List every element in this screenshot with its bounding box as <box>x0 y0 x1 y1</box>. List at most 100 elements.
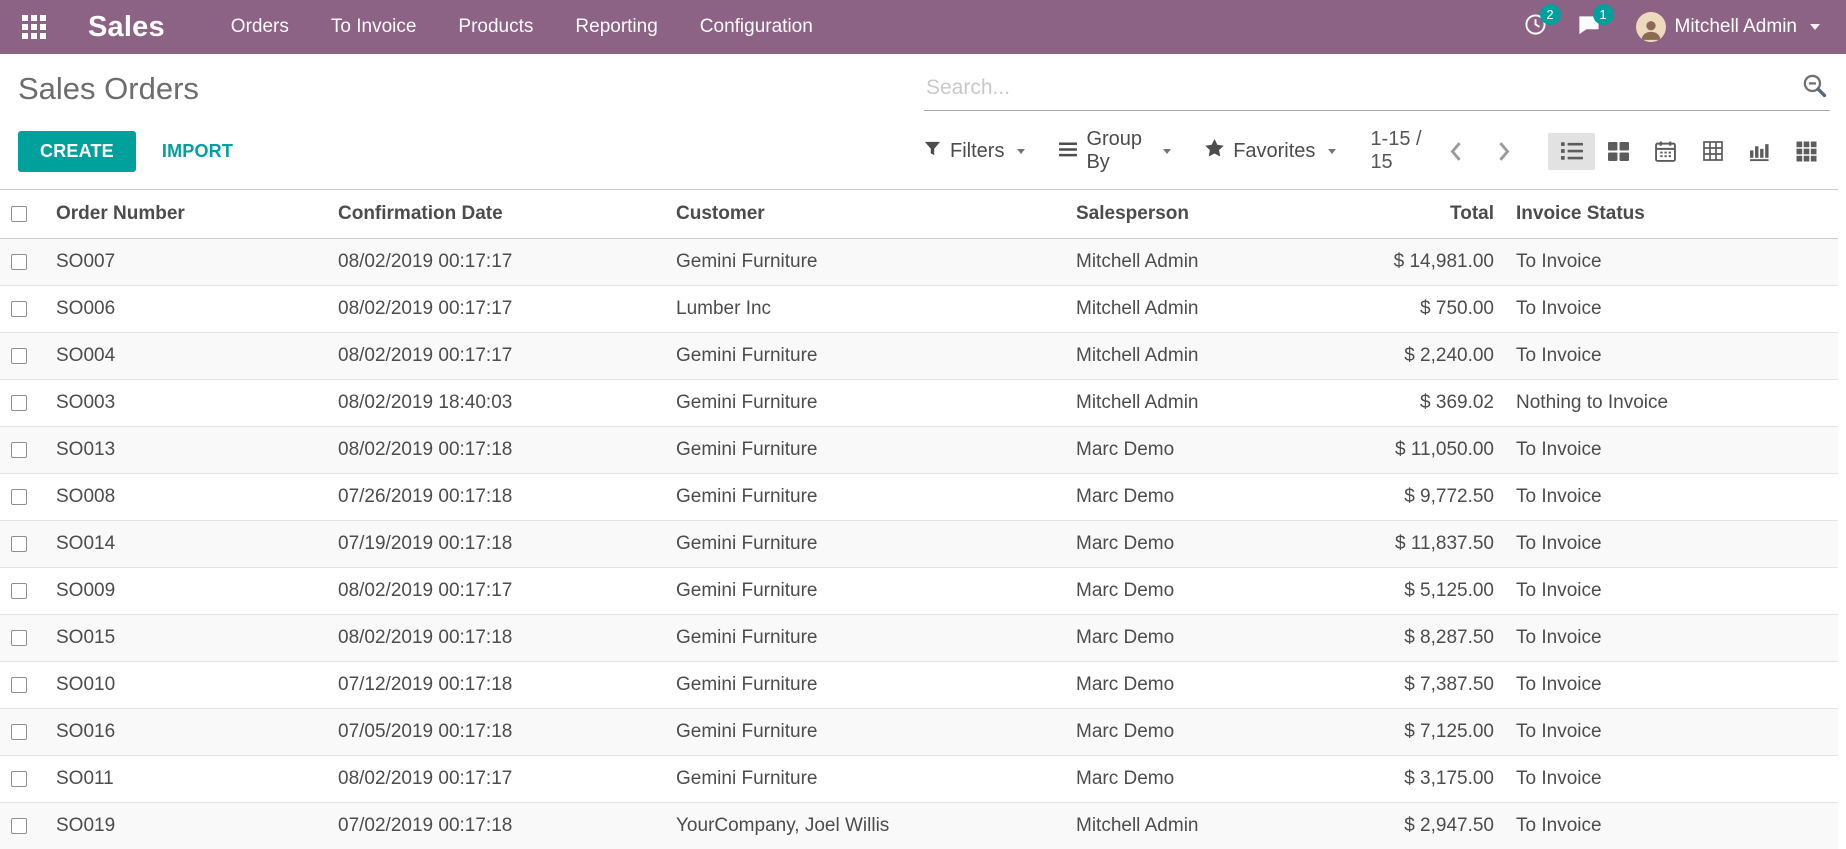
row-checkbox[interactable] <box>11 818 27 834</box>
menu-to-invoice[interactable]: To Invoice <box>331 16 417 38</box>
cell-customer: Gemini Furniture <box>668 333 1068 380</box>
header-salesperson[interactable]: Salesperson <box>1068 190 1368 239</box>
group-by-bars-icon <box>1059 140 1077 163</box>
search-input[interactable] <box>926 76 1801 100</box>
pager-value[interactable]: 1-15 / 15 <box>1370 128 1422 174</box>
row-checkbox[interactable] <box>11 630 27 646</box>
cell-invoice-status: To Invoice <box>1508 662 1838 709</box>
pivot-grid-icon <box>1703 141 1723 161</box>
chevron-down-icon <box>1328 149 1336 154</box>
row-checkbox[interactable] <box>11 724 27 740</box>
pager-next-button[interactable] <box>1490 138 1518 165</box>
cell-customer: Gemini Furniture <box>668 380 1068 427</box>
table-row[interactable]: SO009 08/02/2019 00:17:17 Gemini Furnitu… <box>0 568 1838 615</box>
row-checkbox[interactable] <box>11 254 27 270</box>
grid-icon <box>1796 141 1817 162</box>
cell-invoice-status: To Invoice <box>1508 474 1838 521</box>
menu-reporting[interactable]: Reporting <box>575 16 657 38</box>
cell-order-number: SO008 <box>48 474 330 521</box>
cell-salesperson: Mitchell Admin <box>1068 803 1368 849</box>
favorites-dropdown[interactable]: Favorites <box>1205 139 1336 163</box>
cell-total: $ 11,837.50 <box>1368 521 1508 568</box>
table-row[interactable]: SO019 07/02/2019 00:17:18 YourCompany, J… <box>0 803 1838 849</box>
list-icon <box>1561 141 1583 161</box>
cell-salesperson: Marc Demo <box>1068 568 1368 615</box>
table-row[interactable]: SO010 07/12/2019 00:17:18 Gemini Furnitu… <box>0 662 1838 709</box>
table-row[interactable]: SO014 07/19/2019 00:17:18 Gemini Furnitu… <box>0 521 1838 568</box>
activities-button[interactable]: 2 <box>1524 13 1547 41</box>
table-header-row: Order Number Confirmation Date Customer … <box>0 190 1838 239</box>
cell-salesperson: Marc Demo <box>1068 427 1368 474</box>
cell-confirmation-date: 08/02/2019 00:17:17 <box>330 756 668 803</box>
row-checkbox[interactable] <box>11 301 27 317</box>
row-checkbox[interactable] <box>11 583 27 599</box>
activity-view-button[interactable] <box>1783 133 1830 170</box>
cell-invoice-status: Nothing to Invoice <box>1508 380 1838 427</box>
table-row[interactable]: SO013 08/02/2019 00:17:18 Gemini Furnitu… <box>0 427 1838 474</box>
cell-customer: Gemini Furniture <box>668 568 1068 615</box>
calendar-view-button[interactable] <box>1642 133 1689 170</box>
cell-confirmation-date: 08/02/2019 00:17:18 <box>330 427 668 474</box>
star-icon <box>1205 139 1224 163</box>
table-row[interactable]: SO007 08/02/2019 00:17:17 Gemini Furnitu… <box>0 239 1838 286</box>
row-checkbox[interactable] <box>11 395 27 411</box>
row-checkbox[interactable] <box>11 771 27 787</box>
calendar-icon <box>1655 141 1676 162</box>
table-row[interactable]: SO003 08/02/2019 18:40:03 Gemini Furnitu… <box>0 380 1838 427</box>
cell-total: $ 14,981.00 <box>1368 239 1508 286</box>
cell-order-number: SO010 <box>48 662 330 709</box>
pivot-view-button[interactable] <box>1689 133 1736 170</box>
import-button[interactable]: IMPORT <box>162 141 233 162</box>
header-total[interactable]: Total <box>1368 190 1508 239</box>
top-navbar: Sales Orders To Invoice Products Reporti… <box>0 0 1846 54</box>
cell-confirmation-date: 08/02/2019 00:17:17 <box>330 239 668 286</box>
table-row[interactable]: SO015 08/02/2019 00:17:18 Gemini Furnitu… <box>0 615 1838 662</box>
header-order-number[interactable]: Order Number <box>48 190 330 239</box>
graph-view-button[interactable] <box>1736 133 1783 170</box>
cell-total: $ 11,050.00 <box>1368 427 1508 474</box>
search-bar <box>924 70 1830 111</box>
page-title: Sales Orders <box>18 71 924 111</box>
activity-count-badge: 2 <box>1540 4 1561 25</box>
select-all-checkbox[interactable] <box>11 206 27 222</box>
filter-funnel-icon <box>924 140 941 163</box>
messages-button[interactable]: 1 <box>1577 13 1600 41</box>
cell-order-number: SO016 <box>48 709 330 756</box>
table-row[interactable]: SO004 08/02/2019 00:17:17 Gemini Furnitu… <box>0 333 1838 380</box>
header-invoice-status[interactable]: Invoice Status <box>1508 190 1838 239</box>
search-magnifier-icon[interactable] <box>1801 72 1828 104</box>
cell-order-number: SO015 <box>48 615 330 662</box>
menu-configuration[interactable]: Configuration <box>700 16 813 38</box>
cell-customer: Gemini Furniture <box>668 615 1068 662</box>
bar-chart-icon <box>1749 141 1770 162</box>
cell-order-number: SO013 <box>48 427 330 474</box>
cell-invoice-status: To Invoice <box>1508 427 1838 474</box>
cell-total: $ 5,125.00 <box>1368 568 1508 615</box>
pager-previous-button[interactable] <box>1442 138 1470 165</box>
filters-dropdown[interactable]: Filters <box>924 140 1025 163</box>
cell-total: $ 9,772.50 <box>1368 474 1508 521</box>
table-row[interactable]: SO008 07/26/2019 00:17:18 Gemini Furnitu… <box>0 474 1838 521</box>
row-checkbox[interactable] <box>11 442 27 458</box>
row-checkbox[interactable] <box>11 348 27 364</box>
cell-customer: Gemini Furniture <box>668 427 1068 474</box>
row-checkbox[interactable] <box>11 677 27 693</box>
table-row[interactable]: SO006 08/02/2019 00:17:17 Lumber Inc Mit… <box>0 286 1838 333</box>
user-menu[interactable]: Mitchell Admin <box>1636 12 1821 42</box>
table-row[interactable]: SO011 08/02/2019 00:17:17 Gemini Furnitu… <box>0 756 1838 803</box>
header-confirmation-date[interactable]: Confirmation Date <box>330 190 668 239</box>
app-title[interactable]: Sales <box>88 11 165 44</box>
table-row[interactable]: SO016 07/05/2019 00:17:18 Gemini Furnitu… <box>0 709 1838 756</box>
row-checkbox[interactable] <box>11 536 27 552</box>
create-button[interactable]: CREATE <box>18 131 136 172</box>
menu-products[interactable]: Products <box>458 16 533 38</box>
list-view-button[interactable] <box>1548 133 1595 170</box>
menu-orders[interactable]: Orders <box>231 16 289 38</box>
cell-customer: Gemini Furniture <box>668 521 1068 568</box>
apps-menu-icon[interactable] <box>22 15 46 39</box>
header-customer[interactable]: Customer <box>668 190 1068 239</box>
group-by-dropdown[interactable]: Group By <box>1059 128 1171 174</box>
row-checkbox[interactable] <box>11 489 27 505</box>
cell-salesperson: Marc Demo <box>1068 521 1368 568</box>
kanban-view-button[interactable] <box>1595 133 1642 170</box>
